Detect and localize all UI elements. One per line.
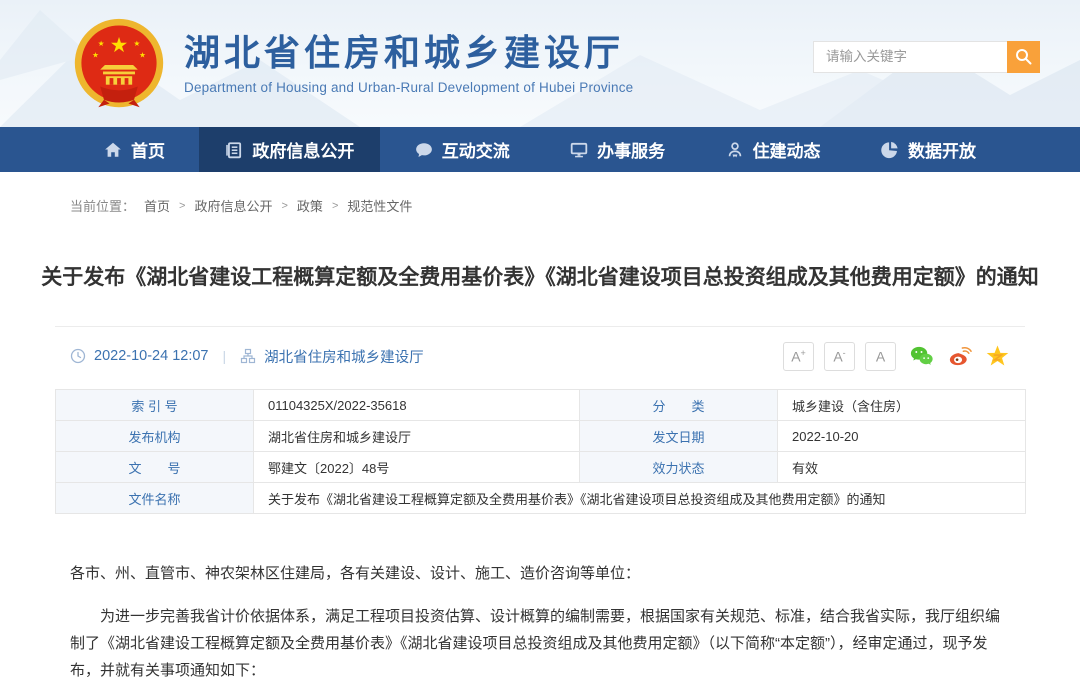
- info-label-doc-title: 文件名称: [56, 483, 254, 514]
- svg-text:★: ★: [110, 33, 129, 56]
- article-meta-right: A+ A- A: [783, 342, 1010, 371]
- table-row: 文件名称 关于发布《湖北省建设工程概算定额及全费用基价表》《湖北省建设项目总投资…: [56, 483, 1026, 514]
- page: ★ ★ ★ ★ ★ 湖北省住房和城乡建设厅 Department of Hous…: [0, 0, 1080, 699]
- info-value-issue-date: 2022-10-20: [778, 421, 1026, 452]
- article-meta-left: 2022-10-24 12:07 | 湖北省住房和城乡建设厅: [70, 346, 424, 367]
- document-body: 各市、州、直管市、神农架林区住建局，各有关建设、设计、施工、造价咨询等单位： 为…: [70, 560, 1010, 684]
- organization-icon: [240, 348, 256, 364]
- search-input[interactable]: [813, 41, 1007, 73]
- nav-item-news[interactable]: 住建动态: [700, 127, 847, 172]
- search-icon: [1015, 48, 1032, 65]
- breadcrumb-gov-info[interactable]: 政府信息公开: [194, 196, 272, 215]
- nav-item-label: 办事服务: [597, 137, 665, 162]
- main-nav: 首页 政府信息公开 互动交流 办事服务: [0, 127, 1080, 172]
- breadcrumb-separator: >: [332, 200, 338, 212]
- info-label-doc-number: 文 号: [56, 452, 254, 483]
- nav-item-label: 住建动态: [753, 137, 821, 162]
- nav-item-services[interactable]: 办事服务: [544, 127, 691, 172]
- nav-item-gov-info[interactable]: 政府信息公开: [199, 127, 380, 172]
- svg-text:★: ★: [133, 39, 140, 48]
- table-row: 发布机构 湖北省住房和城乡建设厅 发文日期 2022-10-20: [56, 421, 1026, 452]
- info-label-issuing-agency: 发布机构: [56, 421, 254, 452]
- article-title: 关于发布《湖北省建设工程概算定额及全费用基价表》《湖北省建设项目总投资组成及其他…: [40, 263, 1040, 292]
- info-label-validity-status: 效力状态: [580, 452, 778, 483]
- article-source[interactable]: 湖北省住房和城乡建设厅: [264, 346, 424, 367]
- info-label-category: 分 类: [580, 390, 778, 421]
- info-label-issue-date: 发文日期: [580, 421, 778, 452]
- font-decrease-button[interactable]: A-: [824, 342, 855, 371]
- breadcrumb-home[interactable]: 首页: [144, 196, 170, 215]
- font-increase-button[interactable]: A+: [783, 342, 814, 371]
- svg-text:★: ★: [139, 50, 146, 59]
- document-icon: [225, 141, 243, 159]
- site-title: 湖北省住房和城乡建设厅: [184, 32, 633, 73]
- weibo-share-icon[interactable]: [947, 344, 972, 369]
- table-row: 文 号 鄂建文〔2022〕48号 效力状态 有效: [56, 452, 1026, 483]
- article-meta: 2022-10-24 12:07 | 湖北省住房和城乡建设厅 A+ A- A: [70, 327, 1010, 385]
- breadcrumb: 当前位置： 首页 > 政府信息公开 > 政策 > 规范性文件: [70, 196, 1010, 215]
- font-reset-button[interactable]: A: [865, 342, 896, 371]
- nav-item-home[interactable]: 首页: [78, 127, 191, 172]
- home-icon: [104, 141, 122, 159]
- site-header: ★ ★ ★ ★ ★ 湖北省住房和城乡建设厅 Department of Hous…: [0, 0, 1080, 127]
- body-paragraph-intro: 为进一步完善我省计价依据体系，满足工程项目投资估算、设计概算的编制需要，根据国家…: [70, 603, 1010, 684]
- publish-time: 2022-10-24 12:07: [94, 348, 209, 364]
- national-emblem-logo: ★ ★ ★ ★ ★: [72, 17, 166, 111]
- breadcrumb-normative-docs[interactable]: 规范性文件: [347, 196, 412, 215]
- body-paragraph-salutation: 各市、州、直管市、神农架林区住建局，各有关建设、设计、施工、造价咨询等单位：: [70, 560, 1010, 587]
- chat-icon: [415, 141, 433, 159]
- meta-separator: |: [223, 348, 227, 364]
- nav-item-interaction[interactable]: 互动交流: [389, 127, 536, 172]
- nav-item-label: 政府信息公开: [252, 137, 354, 162]
- table-row: 索 引 号 01104325X/2022-35618 分 类 城乡建设（含住房）: [56, 390, 1026, 421]
- info-value-issuing-agency: 湖北省住房和城乡建设厅: [254, 421, 580, 452]
- nav-item-label: 数据开放: [908, 137, 976, 162]
- document-info-table: 索 引 号 01104325X/2022-35618 分 类 城乡建设（含住房）…: [55, 389, 1026, 514]
- nav-item-label: 首页: [131, 137, 165, 162]
- wechat-share-icon[interactable]: [909, 344, 934, 369]
- svg-text:★: ★: [98, 39, 105, 48]
- qzone-star-icon[interactable]: [985, 344, 1010, 369]
- breadcrumb-prefix: 当前位置：: [70, 196, 135, 215]
- info-value-category: 城乡建设（含住房）: [778, 390, 1026, 421]
- breadcrumb-separator: >: [281, 200, 287, 212]
- info-value-index-number: 01104325X/2022-35618: [254, 390, 580, 421]
- svg-text:★: ★: [92, 50, 99, 59]
- breadcrumb-separator: >: [179, 200, 185, 212]
- brand-text: 湖北省住房和城乡建设厅 Department of Housing and Ur…: [184, 32, 633, 94]
- nav-item-data[interactable]: 数据开放: [855, 127, 1002, 172]
- site-brand[interactable]: ★ ★ ★ ★ ★ 湖北省住房和城乡建设厅 Department of Hous…: [72, 17, 633, 111]
- person-icon: [726, 141, 744, 159]
- info-label-index-number: 索 引 号: [56, 390, 254, 421]
- search-button[interactable]: [1007, 41, 1040, 73]
- site-subtitle: Department of Housing and Urban-Rural De…: [184, 80, 633, 95]
- search-box: [813, 41, 1040, 73]
- nav-item-label: 互动交流: [442, 137, 510, 162]
- breadcrumb-policy[interactable]: 政策: [297, 196, 323, 215]
- info-value-doc-title: 关于发布《湖北省建设工程概算定额及全费用基价表》《湖北省建设项目总投资组成及其他…: [254, 483, 1026, 514]
- pie-chart-icon: [881, 141, 899, 159]
- info-value-doc-number: 鄂建文〔2022〕48号: [254, 452, 580, 483]
- clock-icon: [70, 348, 86, 364]
- monitor-icon: [570, 141, 588, 159]
- info-value-validity-status: 有效: [778, 452, 1026, 483]
